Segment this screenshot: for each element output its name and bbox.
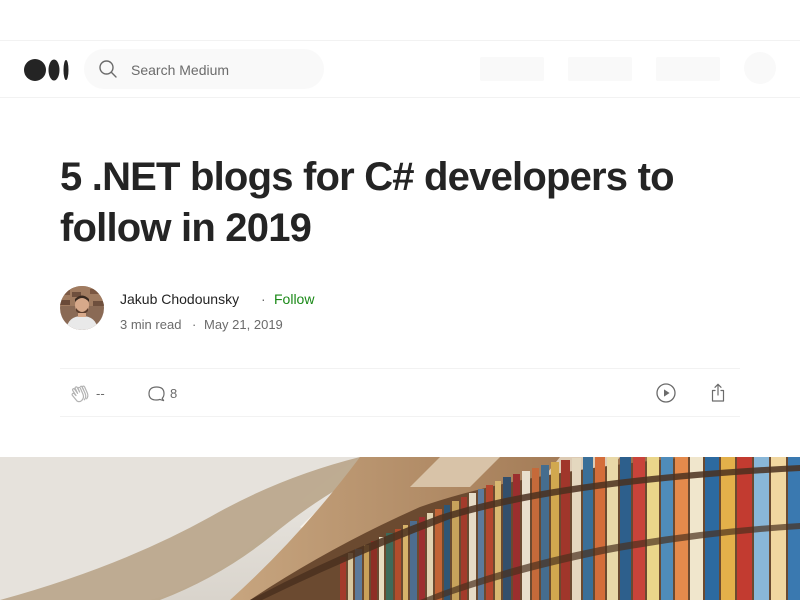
search-placeholder[interactable]: Search Medium [131,62,229,78]
author-avatar[interactable] [60,286,104,330]
article-action-bar: -- 8 [60,368,740,417]
share-icon[interactable] [706,381,730,405]
library-bookshelf-photo [0,457,800,600]
author-photo [60,286,104,330]
top-strip [0,0,800,41]
hero-image [0,457,800,600]
nav-placeholder-3 [656,57,720,81]
responses-icon[interactable] [144,381,168,405]
clap-count: -- [96,386,105,401]
separator-dot: · [192,317,197,332]
listen-play-icon[interactable] [654,381,678,405]
medium-logo-icon[interactable] [24,59,70,81]
site-header: Search Medium [0,41,800,98]
nav-placeholder-2 [568,57,632,81]
separator-dot: · [261,291,266,307]
search-bar[interactable]: Search Medium [84,49,324,89]
clap-icon[interactable] [68,381,92,405]
follow-button[interactable]: Follow [274,291,314,307]
read-time: 3 min read [120,317,182,332]
response-count: 8 [170,386,178,401]
publish-date: May 21, 2019 [204,317,283,332]
nav-placeholder-1 [480,57,544,81]
author-name-link[interactable]: Jakub Chodounsky [120,291,239,307]
article-title: 5 .NET blogs for C# developers to follow… [60,155,675,250]
user-avatar-placeholder[interactable] [744,52,776,84]
search-icon [99,60,117,78]
